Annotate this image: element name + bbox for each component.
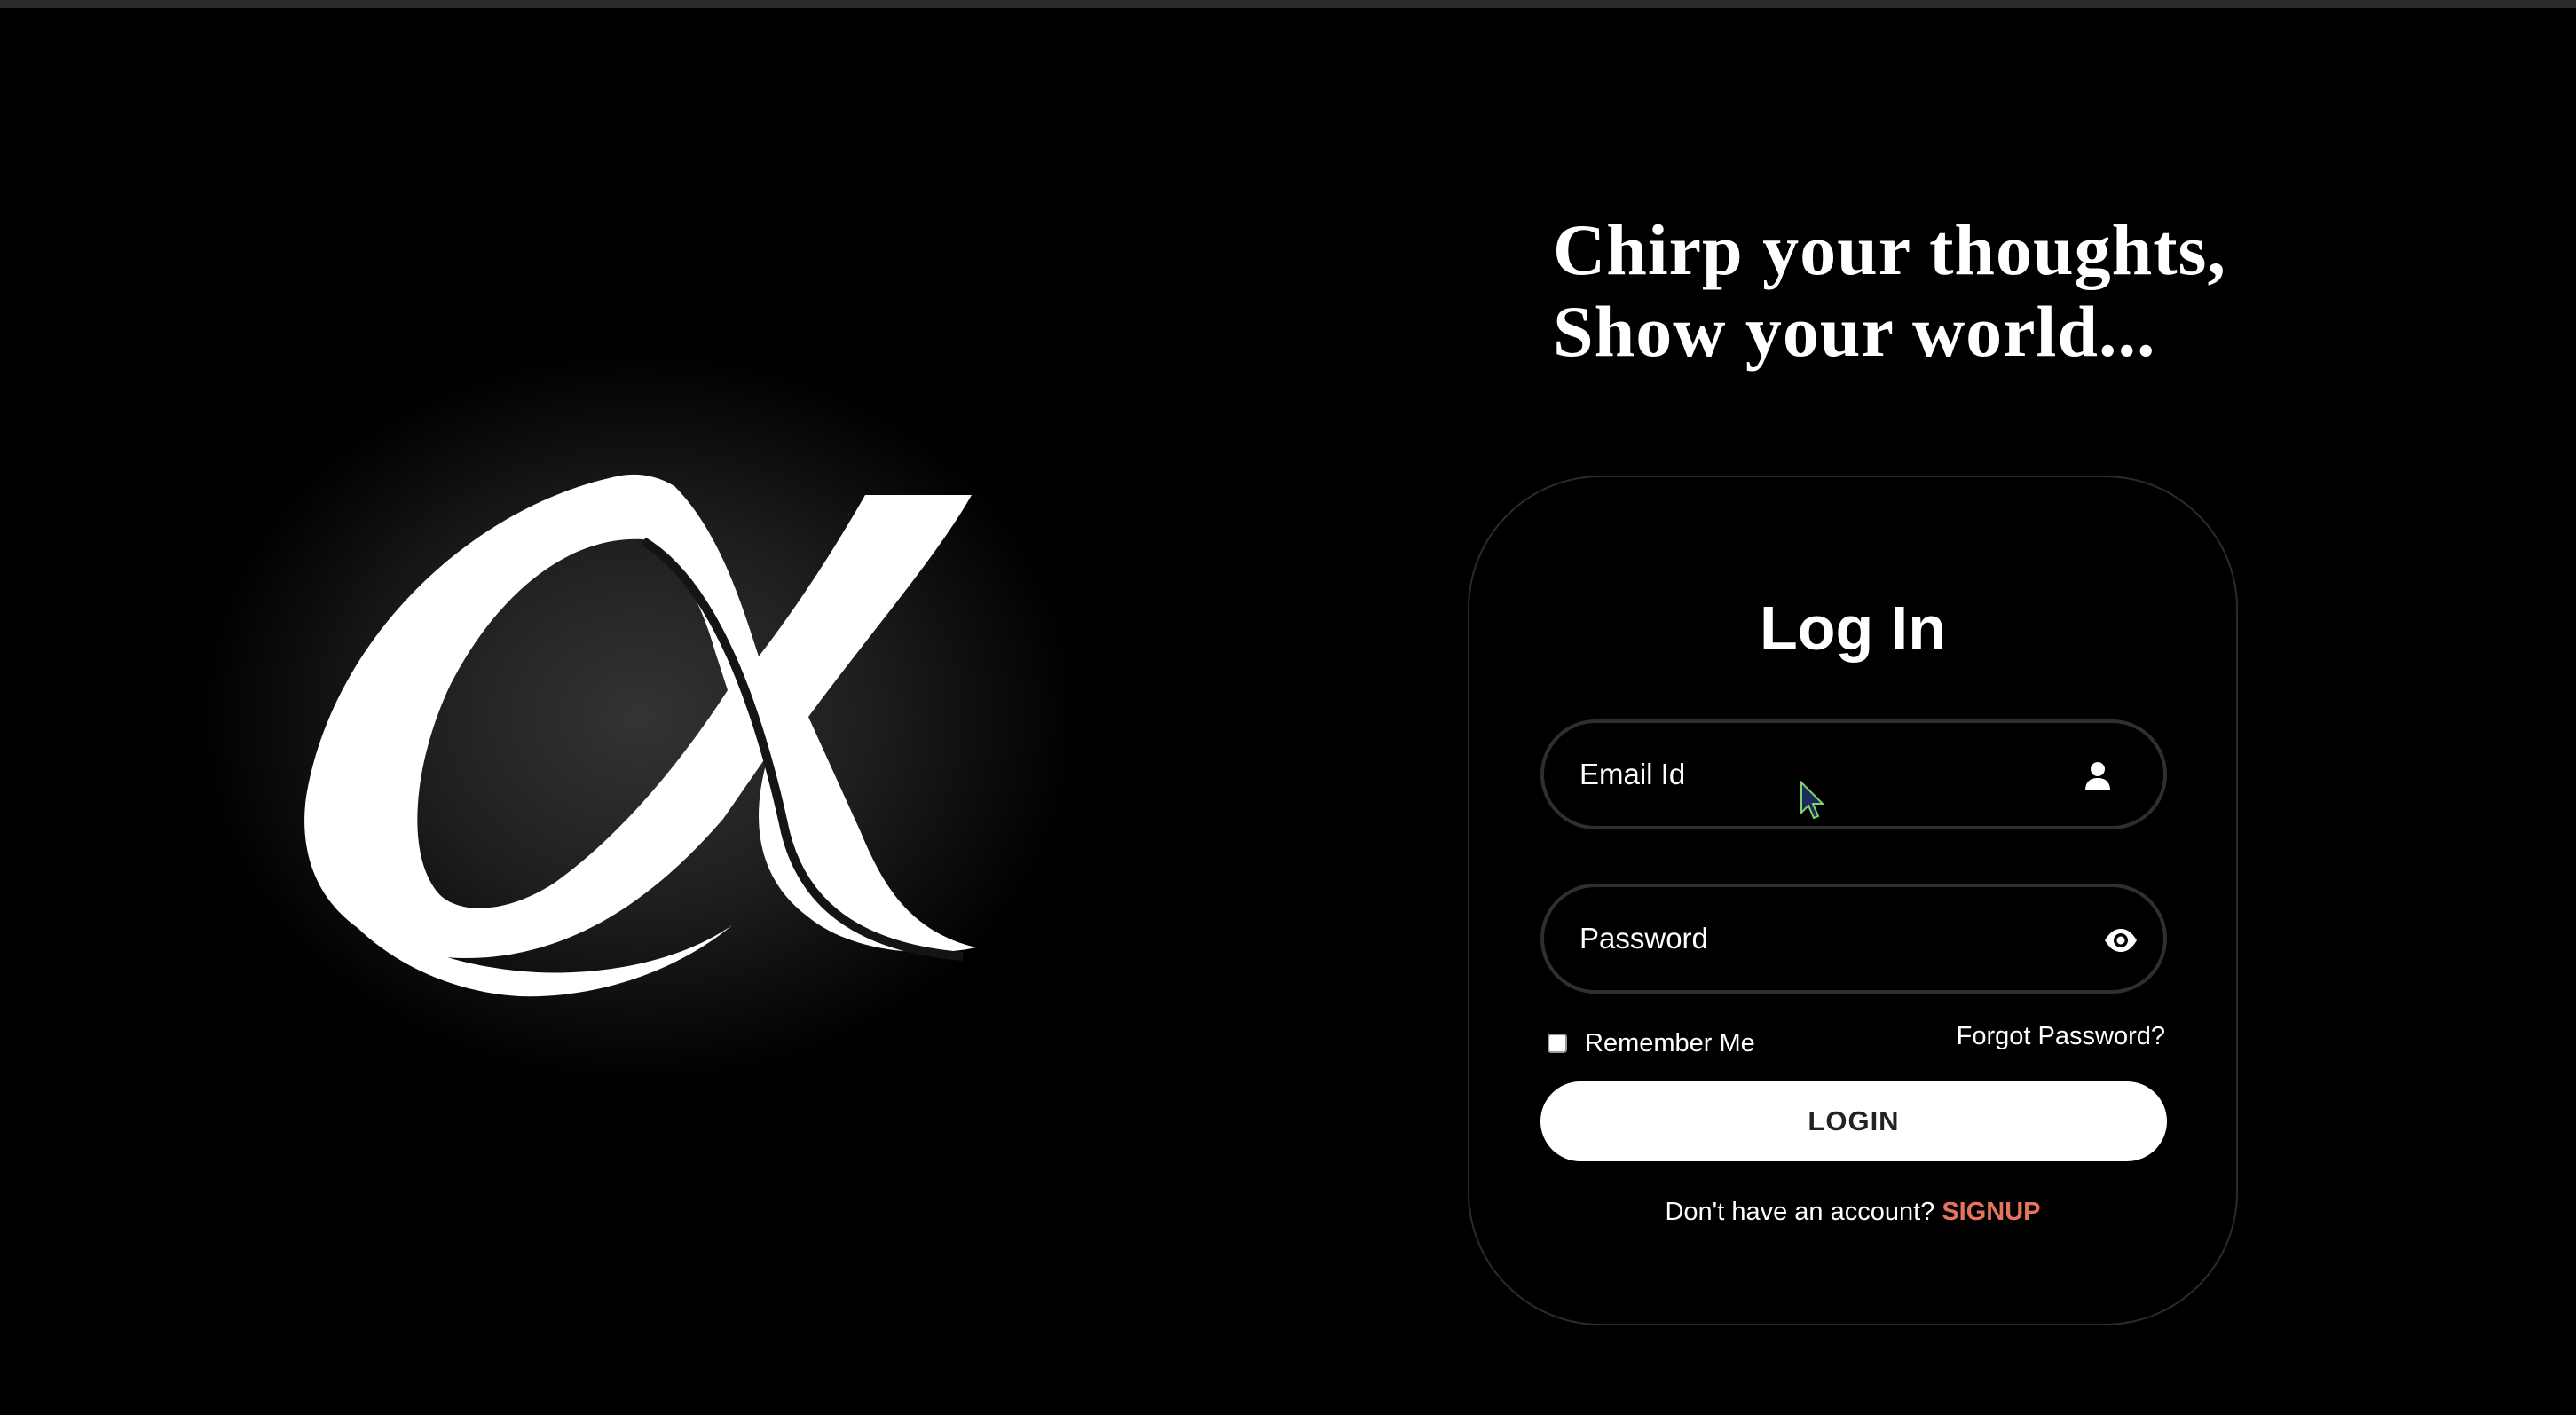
mouse-cursor-icon [1800,781,1825,820]
remember-me[interactable]: Remember Me [1548,1026,1755,1061]
window-top-strip [0,0,2576,8]
remember-me-checkbox[interactable] [1548,1034,1567,1053]
login-card: Log In Remember Me Forgot Password? LOGI… [1468,476,2238,1325]
eye-icon[interactable] [2103,923,2139,958]
alpha-logo-icon [304,474,976,997]
signup-link[interactable]: SIGNUP [1942,1198,2040,1226]
login-button[interactable]: LOGIN [1540,1081,2167,1161]
password-field[interactable] [1540,884,2167,994]
tagline-line-1: Chirp your thoughts, [1553,209,2226,290]
user-icon [2080,759,2115,794]
remember-me-label: Remember Me [1585,1028,1755,1057]
brand-logo [182,335,1096,1098]
signup-prompt: Don't have an account? SIGNUP [1469,1198,2236,1227]
login-title: Log In [1760,594,1946,663]
tagline-line-2: Show your world... [1553,291,2156,372]
email-field[interactable] [1540,719,2167,829]
password-input[interactable] [1579,887,2041,990]
tagline: Chirp your thoughts, Show your world... [1553,209,2226,373]
forgot-password-link[interactable]: Forgot Password? [1957,1022,2165,1051]
signup-prompt-text: Don't have an account? [1665,1198,1935,1226]
